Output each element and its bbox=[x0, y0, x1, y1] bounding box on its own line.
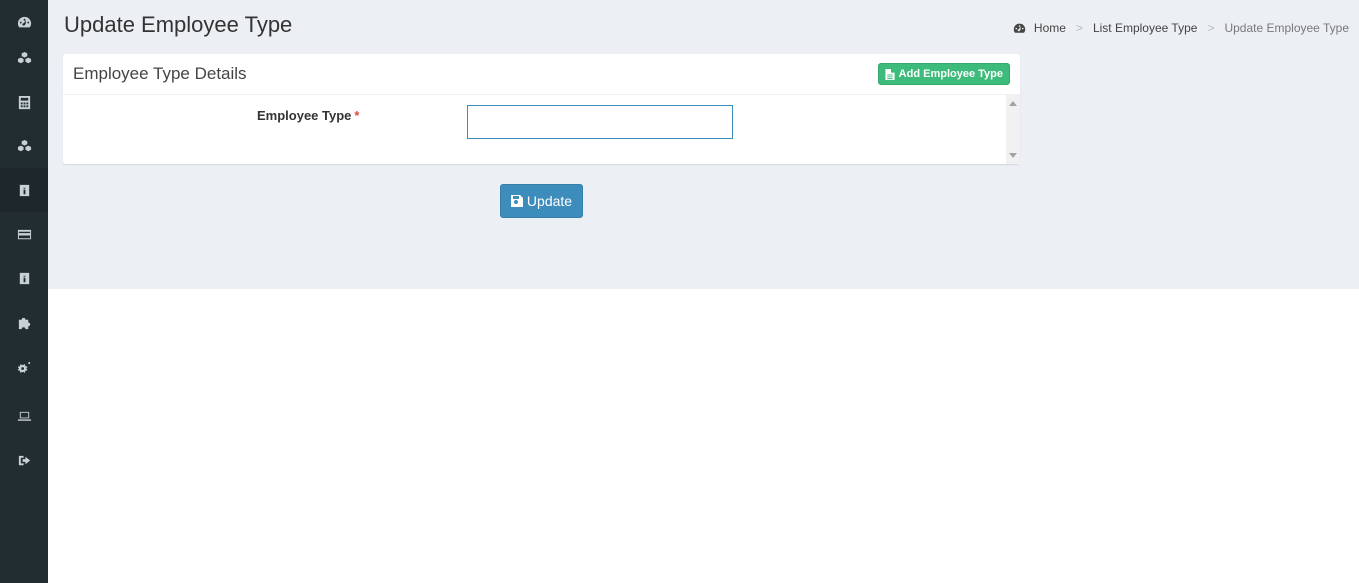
dashboard-icon bbox=[1013, 23, 1026, 33]
content-area: Update Employee Type Home > List Employe… bbox=[48, 0, 1359, 289]
sidebar-item-modules[interactable] bbox=[0, 300, 48, 344]
required-marker: * bbox=[354, 108, 360, 123]
box-scrollbar[interactable] bbox=[1006, 95, 1020, 164]
scroll-up-arrow-icon[interactable] bbox=[1009, 101, 1017, 106]
dashboard-icon bbox=[17, 16, 31, 27]
breadcrumb: Home > List Employee Type > Update Emplo… bbox=[1013, 21, 1349, 35]
laptop-icon bbox=[17, 411, 31, 421]
breadcrumb-current: Update Employee Type bbox=[1224, 21, 1349, 35]
sidebar bbox=[0, 0, 48, 583]
breadcrumb-separator: > bbox=[1207, 21, 1215, 35]
id-badge-icon bbox=[19, 272, 29, 284]
save-icon bbox=[510, 195, 523, 207]
sign-out-icon bbox=[18, 455, 30, 465]
sidebar-item-cubes-2[interactable] bbox=[0, 124, 48, 168]
add-employee-type-button[interactable]: Add Employee Type bbox=[877, 63, 1010, 85]
cubes-icon bbox=[17, 51, 31, 63]
add-employee-type-label: Add Employee Type bbox=[898, 68, 1003, 80]
sidebar-item-badge[interactable] bbox=[0, 256, 48, 300]
breadcrumb-list-employee-type[interactable]: List Employee Type bbox=[1093, 21, 1198, 35]
cubes-icon bbox=[17, 139, 31, 151]
employee-type-label-text: Employee Type bbox=[257, 108, 352, 123]
calculator-icon bbox=[18, 95, 30, 109]
employee-type-input[interactable] bbox=[467, 105, 733, 139]
employee-type-details-box: Employee Type Details Add Employee Type … bbox=[63, 54, 1020, 164]
breadcrumb-separator: > bbox=[1075, 21, 1083, 35]
box-header: Employee Type Details Add Employee Type bbox=[63, 54, 1020, 95]
sidebar-item-employee[interactable] bbox=[0, 168, 48, 212]
employee-type-label: Employee Type * bbox=[257, 108, 359, 123]
sidebar-item-settings[interactable] bbox=[0, 346, 48, 390]
box-title: Employee Type Details bbox=[73, 64, 247, 83]
page-title: Update Employee Type bbox=[64, 12, 293, 37]
breadcrumb-home[interactable]: Home bbox=[1034, 21, 1066, 35]
update-button[interactable]: Update bbox=[500, 184, 583, 218]
id-badge-icon bbox=[19, 184, 29, 196]
update-button-label: Update bbox=[526, 193, 573, 209]
sidebar-item-cubes[interactable] bbox=[0, 36, 48, 80]
sidebar-item-calculator[interactable] bbox=[0, 80, 48, 124]
sidebar-item-devices[interactable] bbox=[0, 394, 48, 438]
sidebar-item-logout[interactable] bbox=[0, 438, 48, 482]
sidebar-item-payment[interactable] bbox=[0, 212, 48, 256]
box-body: Employee Type * bbox=[63, 95, 1020, 164]
gears-icon bbox=[17, 361, 30, 373]
credit-card-icon bbox=[17, 229, 31, 239]
puzzle-icon bbox=[18, 317, 30, 329]
file-icon bbox=[885, 68, 895, 80]
scroll-down-arrow-icon[interactable] bbox=[1009, 153, 1017, 158]
